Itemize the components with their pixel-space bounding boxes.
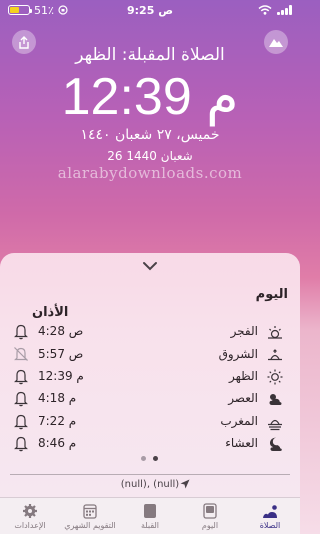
status-bar: 51٪ 9:25 ص: [0, 0, 300, 20]
prayer-times-card: اليوم الأذان الفجر 4:28 ص الشروق 5:57 ص …: [0, 253, 300, 497]
prayer-name: الفجر: [230, 324, 258, 338]
sun-icon: [267, 369, 283, 385]
rotation-lock-icon: [58, 5, 68, 15]
battery-icon: [8, 5, 32, 15]
watermark: alarabydownloads.com: [57, 164, 243, 182]
bell-slash-icon[interactable]: [12, 345, 30, 363]
chevron-down-icon[interactable]: [142, 259, 158, 273]
divider: [10, 474, 290, 475]
prayer-row-shuruq[interactable]: الشروق 5:57 ص: [0, 344, 300, 366]
page-indicator[interactable]: [141, 456, 158, 461]
bell-icon[interactable]: [12, 389, 30, 407]
tab-today[interactable]: اليوم: [180, 498, 240, 534]
prayer-time: 8:46 م: [38, 436, 77, 450]
tab-qibla[interactable]: القبلة: [120, 498, 180, 534]
connectivity-group: [258, 5, 292, 15]
prayer-name: العصر: [228, 391, 258, 405]
sunrise-icon: [268, 326, 282, 339]
prayer-time: 5:57 ص: [38, 347, 84, 361]
tab-prayer[interactable]: الصلاة: [240, 498, 300, 534]
tab-label: الإعدادات: [14, 520, 46, 530]
sun-cloud-icon: [269, 394, 282, 405]
qibla-icon: [144, 503, 156, 518]
battery-group: 51٪: [8, 4, 68, 17]
prayer-row-maghrib[interactable]: المغرب 7:22 م: [0, 411, 300, 433]
signal-icon: [277, 5, 292, 15]
battery-percent: 51٪: [34, 3, 54, 17]
today-icon: [203, 502, 217, 519]
tab-label: التقويم الشهري: [64, 520, 116, 530]
tab-label: اليوم: [201, 520, 219, 530]
hijri-date: خميس، ٢٧ شعبان ١٤٤٠: [80, 127, 220, 143]
tab-label: القبلة: [140, 520, 160, 530]
status-time: 9:25 ص: [126, 3, 174, 17]
prayer-row-isha[interactable]: العشاء 8:46 م: [0, 433, 300, 455]
sunset-icon: [268, 419, 282, 431]
tab-bar: الإعدادات التقويم الشهري القبلة اليوم ال…: [0, 497, 300, 534]
today-heading: اليوم: [255, 287, 288, 302]
tab-settings[interactable]: الإعدادات: [0, 498, 60, 534]
moon-cloud-icon: [269, 437, 282, 451]
calendar-icon: [83, 503, 97, 519]
prayer-row-asr[interactable]: العصر 4:18 م: [0, 388, 300, 410]
tab-monthly-calendar[interactable]: التقويم الشهري: [60, 498, 120, 534]
prayer-row-dhuhr[interactable]: الظهر 12:39 م: [0, 366, 300, 388]
bell-icon[interactable]: [12, 367, 30, 385]
countdown-clock: 12:39 م: [61, 68, 239, 126]
gear-icon: [23, 503, 37, 518]
prayer-time: 4:18 م: [38, 391, 77, 405]
prayer-name: المغرب: [220, 414, 258, 428]
bell-icon[interactable]: [12, 322, 30, 340]
page-dot-active: [153, 456, 158, 461]
prayer-name: الظهر: [229, 369, 258, 383]
prayer-time: 7:22 م: [38, 414, 77, 428]
tab-label: الصلاة: [259, 520, 281, 530]
prayer-time: 12:39 م: [38, 369, 84, 383]
bell-icon[interactable]: [12, 434, 30, 452]
athan-heading: الأذان: [32, 305, 69, 320]
hijri-date-numeric: 26 شعبان 1440: [107, 149, 193, 163]
prayer-time: 4:28 ص: [38, 324, 84, 338]
prayer-row-fajr[interactable]: الفجر 4:28 ص: [0, 321, 300, 343]
wifi-icon: [258, 5, 272, 15]
prayer-icon: [263, 504, 277, 518]
bell-icon[interactable]: [12, 412, 30, 430]
next-prayer-label: الصلاة المقبلة: الظهر: [75, 45, 225, 65]
prayer-name: العشاء: [225, 436, 258, 450]
prayer-name: الشروق: [218, 347, 258, 361]
sunrise-low-icon: [268, 349, 282, 361]
location-label[interactable]: (null), (null): [0, 479, 300, 490]
page-dot: [141, 456, 146, 461]
